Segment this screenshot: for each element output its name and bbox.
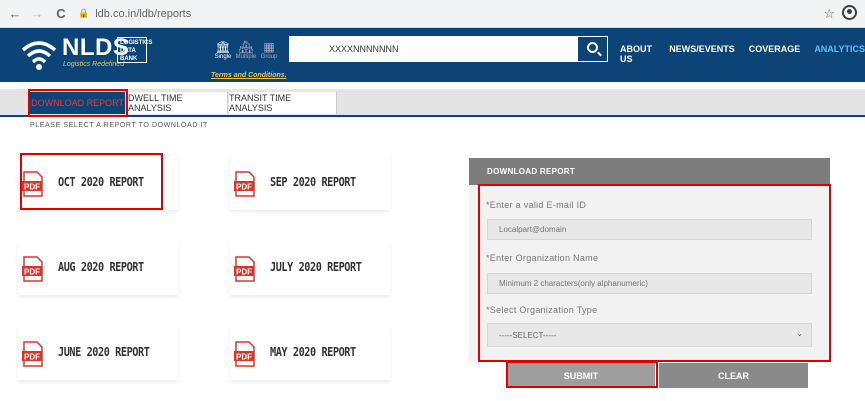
browser-toolbar: ← → C 🔒 ldb.co.in/ldb/reports ☆ (0, 0, 865, 28)
report-card-sep-2020[interactable]: PDF SEP 2020 REPORT (230, 155, 390, 210)
logo-box: LOGISTICS DATA BANK (117, 37, 153, 63)
report-label: JULY 2020 REPORT (270, 260, 362, 274)
tab-transit-time-analysis[interactable]: TRANSIT TIME ANALYSIS (229, 92, 337, 114)
logo-tagline: Logistics Redefined (63, 61, 125, 68)
select-value: -----SELECT----- (499, 331, 557, 340)
mode-label: Group (260, 54, 278, 60)
search-icon (587, 42, 598, 53)
pdf-icon: PDF (234, 341, 255, 367)
pdf-icon-text: PDF (236, 353, 252, 362)
email-field[interactable] (487, 219, 812, 240)
pdf-icon-text: PDF (24, 268, 40, 277)
logo-box-line: LOGISTICS (120, 40, 153, 46)
mode-single-button[interactable]: 🏛 Single (211, 40, 235, 66)
lock-icon: 🔒 (78, 8, 90, 18)
nav-news-events[interactable]: NEWS/EVENTS (669, 44, 735, 64)
buildings-icon: 🏘 (238, 40, 254, 54)
mode-multiple-button[interactable]: 🏘 Multiple (234, 40, 258, 66)
tab-download-report[interactable]: DOWNLOAD REPORT (30, 92, 126, 114)
site-header: NLDS Logistics Redefined LOGISTICS DATA … (0, 28, 865, 82)
organization-name-field[interactable] (487, 273, 812, 294)
email-label: *Enter a valid E-mail ID (486, 200, 587, 210)
report-card-oct-2020[interactable]: PDF OCT 2020 REPORT (18, 155, 178, 210)
pdf-icon: PDF (22, 341, 43, 367)
forward-icon[interactable]: → (28, 6, 46, 21)
report-card-may-2020[interactable]: PDF MAY 2020 REPORT (230, 325, 390, 380)
pdf-icon: PDF (22, 171, 43, 197)
search-input[interactable] (289, 36, 577, 62)
organization-type-label: *Select Organization Type (486, 305, 598, 315)
submit-button[interactable]: SUBMIT (507, 363, 655, 388)
clear-button[interactable]: CLEAR (659, 363, 808, 388)
report-card-july-2020[interactable]: PDF JULY 2020 REPORT (230, 240, 390, 295)
mode-group-button[interactable]: ▦ Group (257, 40, 281, 66)
profile-icon[interactable] (842, 5, 857, 20)
tab-dwell-time-analysis[interactable]: DWELL TIME ANALYSIS (128, 92, 228, 114)
report-label: SEP 2020 REPORT (270, 175, 356, 189)
instruction-text: PLEASE SELECT A REPORT TO DOWNLOAD IT (30, 122, 208, 129)
nav-about-us[interactable]: ABOUT US (620, 44, 655, 64)
search-button[interactable] (577, 36, 608, 62)
chevron-down-icon: ⌄ (796, 329, 803, 338)
logo-box-line: DATA (120, 48, 136, 54)
address-bar[interactable]: 🔒 ldb.co.in/ldb/reports (78, 3, 191, 25)
report-tab-bar: DOWNLOAD REPORT DWELL TIME ANALYSIS TRAN… (0, 89, 865, 117)
pdf-icon-text: PDF (24, 353, 40, 362)
bookmark-star-icon[interactable]: ☆ (823, 6, 835, 22)
tab-label: TRANSIT TIME ANALYSIS (229, 93, 292, 113)
report-label: AUG 2020 REPORT (58, 260, 144, 274)
organization-type-select[interactable]: -----SELECT----- ⌄ (487, 323, 812, 347)
reload-icon[interactable]: C (52, 6, 70, 21)
pdf-icon-text: PDF (24, 183, 40, 192)
nav-analytics[interactable]: ANALYTICS (814, 44, 865, 64)
nav-coverage[interactable]: COVERAGE (749, 44, 801, 64)
back-icon[interactable]: ← (6, 6, 24, 21)
wifi-logo-icon (21, 41, 57, 70)
report-card-june-2020[interactable]: PDF JUNE 2020 REPORT (18, 325, 178, 380)
organization-name-label: *Enter Organization Name (486, 253, 599, 263)
mode-label: Single (214, 54, 232, 60)
report-label: JUNE 2020 REPORT (58, 345, 150, 359)
pdf-icon: PDF (22, 256, 43, 282)
url-text: ldb.co.in/ldb/reports (95, 7, 192, 20)
pdf-icon: PDF (234, 171, 255, 197)
building-icon: 🏛 (215, 40, 231, 54)
tab-label: DWELL TIME ANALYSIS (128, 93, 183, 113)
report-label: OCT 2020 REPORT (58, 175, 144, 189)
download-panel-title: DOWNLOAD REPORT (469, 158, 830, 185)
pdf-icon: PDF (234, 256, 255, 282)
mode-label: Multiple (235, 54, 257, 60)
tab-label: DOWNLOAD REPORT (31, 98, 124, 108)
pdf-icon-text: PDF (236, 268, 252, 277)
report-label: MAY 2020 REPORT (270, 345, 356, 359)
logo-box-line: BANK (120, 56, 138, 62)
grid-icon: ▦ (263, 40, 275, 54)
terms-link[interactable]: Terms and Conditions. (211, 72, 287, 79)
pdf-icon-text: PDF (236, 183, 252, 192)
top-navigation: ABOUT US NEWS/EVENTS COVERAGE ANALYTICS (620, 44, 865, 64)
report-card-aug-2020[interactable]: PDF AUG 2020 REPORT (18, 240, 178, 295)
